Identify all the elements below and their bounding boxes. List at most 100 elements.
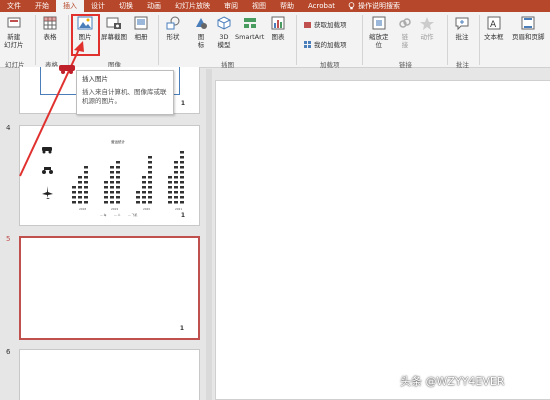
thumb-chart-mark [110,196,114,199]
thumb-chart-bars [72,151,184,204]
smartart-button[interactable]: SmartArt [235,15,264,41]
slide-thumbnail[interactable]: 营运统计 2018 2019 2020 2021 — 车 — 人 — 飞机 1 [19,125,200,226]
thumb-chart-mark [174,181,178,184]
thumb-chart-mark [174,186,178,189]
thumb-chart-x-label: 2019 [111,207,118,211]
slide-thumbnail-selected[interactable]: 1 [19,236,200,340]
thumb-chart-mark [180,181,184,184]
thumb-chart-legend-item: — 人 [114,213,121,217]
smartart-label: SmartArt [235,33,265,41]
thumb-chart-mark [78,191,82,194]
car-icon [42,147,52,154]
slide-thumbnail[interactable] [19,349,200,400]
tab-review[interactable]: 审阅 [217,0,245,12]
thumb-chart-mark [72,191,76,194]
thumb-chart-mark [104,201,108,204]
thumb-chart-mark [142,201,146,204]
thumb-chart-mark [174,191,178,194]
header-footer-label: 页眉和页脚 [512,33,545,41]
link-button[interactable]: 链 接 [397,15,413,49]
motorbike-icon [42,167,53,174]
thumb-chart-mark [104,191,108,194]
chart-icon [270,15,286,31]
tab-animations[interactable]: 动画 [140,0,168,12]
action-label: 动作 [420,33,434,41]
tab-transitions[interactable]: 切换 [112,0,140,12]
thumb-chart-mark [180,151,184,154]
tab-view[interactable]: 视图 [245,0,273,12]
thumb-chart-mark [84,191,88,194]
new-slide-button[interactable]: 新建 幻灯片 [4,15,24,49]
thumb-chart-mark [110,186,114,189]
comment-icon [454,15,470,31]
chart-button[interactable]: 图表 [270,15,286,41]
tooltip-description: 插入来自计算机、图像库或联机源的图片。 [82,88,167,105]
cube-icon [216,15,232,31]
group-label-comments: 批注 [456,61,469,69]
get-addins-button[interactable]: 获取加载项 [303,19,347,29]
thumb-chart-mark [174,171,178,174]
thumb-chart-mark [84,196,88,199]
thumb-chart-mark [104,186,108,189]
thumb-chart-mark [72,196,76,199]
airplane-icon [42,186,53,199]
new-slide-icon [6,15,22,31]
icons-button[interactable]: 图 标 [193,15,209,49]
separator [68,15,69,65]
thumb-chart-mark [78,181,82,184]
thumb-chart-mark [168,196,172,199]
tell-me-search[interactable]: 操作说明搜索 [348,1,400,11]
addins-icon [304,40,311,48]
action-button[interactable]: 动作 [419,15,435,41]
zoom-button[interactable]: 缩放定 位 [369,15,389,49]
comment-button[interactable]: 批注 [454,15,470,41]
thumb-chart-mark [116,166,120,169]
screenshot-button[interactable]: 屏幕截图 [101,15,127,41]
thumb-chart-mark [78,176,82,179]
thumb-chart-mark [84,171,88,174]
thumb-chart-mark [168,186,172,189]
link-label: 链 接 [401,33,409,49]
header-footer-button[interactable]: 页眉和页脚 [512,15,545,41]
tab-insert[interactable]: 插入 [56,0,84,12]
separator [447,15,448,65]
zoom-icon [371,15,387,31]
separator [362,15,363,65]
thumb-chart-x-labels: 2018 2019 2020 2021 [79,207,182,211]
slide-canvas[interactable] [215,80,550,400]
textbox-button[interactable]: A 文本框 [484,15,504,41]
svg-text:A: A [490,20,497,30]
thumb-chart-mark [148,171,152,174]
group-label-illustrations: 插图 [221,61,234,69]
slide-4-chart-preview: 营运统计 2018 2019 2020 2021 — 车 — 人 — 飞机 [42,139,184,217]
thumb-chart-mark [72,186,76,189]
slide-thumbnail-panel[interactable]: 1 4 营运统计 2018 2019 2020 2021 — 车 — 人 — 飞机 1 5… [0,67,206,400]
thumb-chart-mark [116,191,120,194]
chart-label: 图表 [271,33,285,41]
table-button[interactable]: 表格 [42,15,58,41]
tab-file[interactable]: 文件 [0,0,28,12]
thumb-chart-mark [110,171,114,174]
thumb-chart-mark [78,196,82,199]
photo-album-button[interactable]: 相册 [133,15,149,41]
3d-models-button[interactable]: 3D 模型 [216,15,232,49]
shapes-button[interactable]: 形状 [165,15,181,41]
tab-acrobat[interactable]: Acrobat [301,0,342,12]
thumb-chart-mark [116,186,120,189]
tab-home[interactable]: 开始 [28,0,56,12]
thumb-chart-mark [104,196,108,199]
header-footer-icon [520,15,536,31]
thumb-chart-mark [136,191,140,194]
tooltip-title: 插入图片 [82,75,108,83]
slide-page-mark: 1 [179,325,184,332]
tab-help[interactable]: 帮助 [273,0,301,12]
thumb-chart-x-label: 2020 [143,207,150,211]
thumb-chart-mark [116,196,120,199]
new-slide-label: 新建 幻灯片 [4,33,24,49]
tab-design[interactable]: 设计 [84,0,112,12]
thumb-chart-mark [116,161,120,164]
tab-slideshow[interactable]: 幻灯片放映 [168,0,217,12]
thumb-chart-mark [84,166,88,169]
my-addins-button[interactable]: 我的加载项 [303,39,347,49]
thumb-chart-mark [174,196,178,199]
